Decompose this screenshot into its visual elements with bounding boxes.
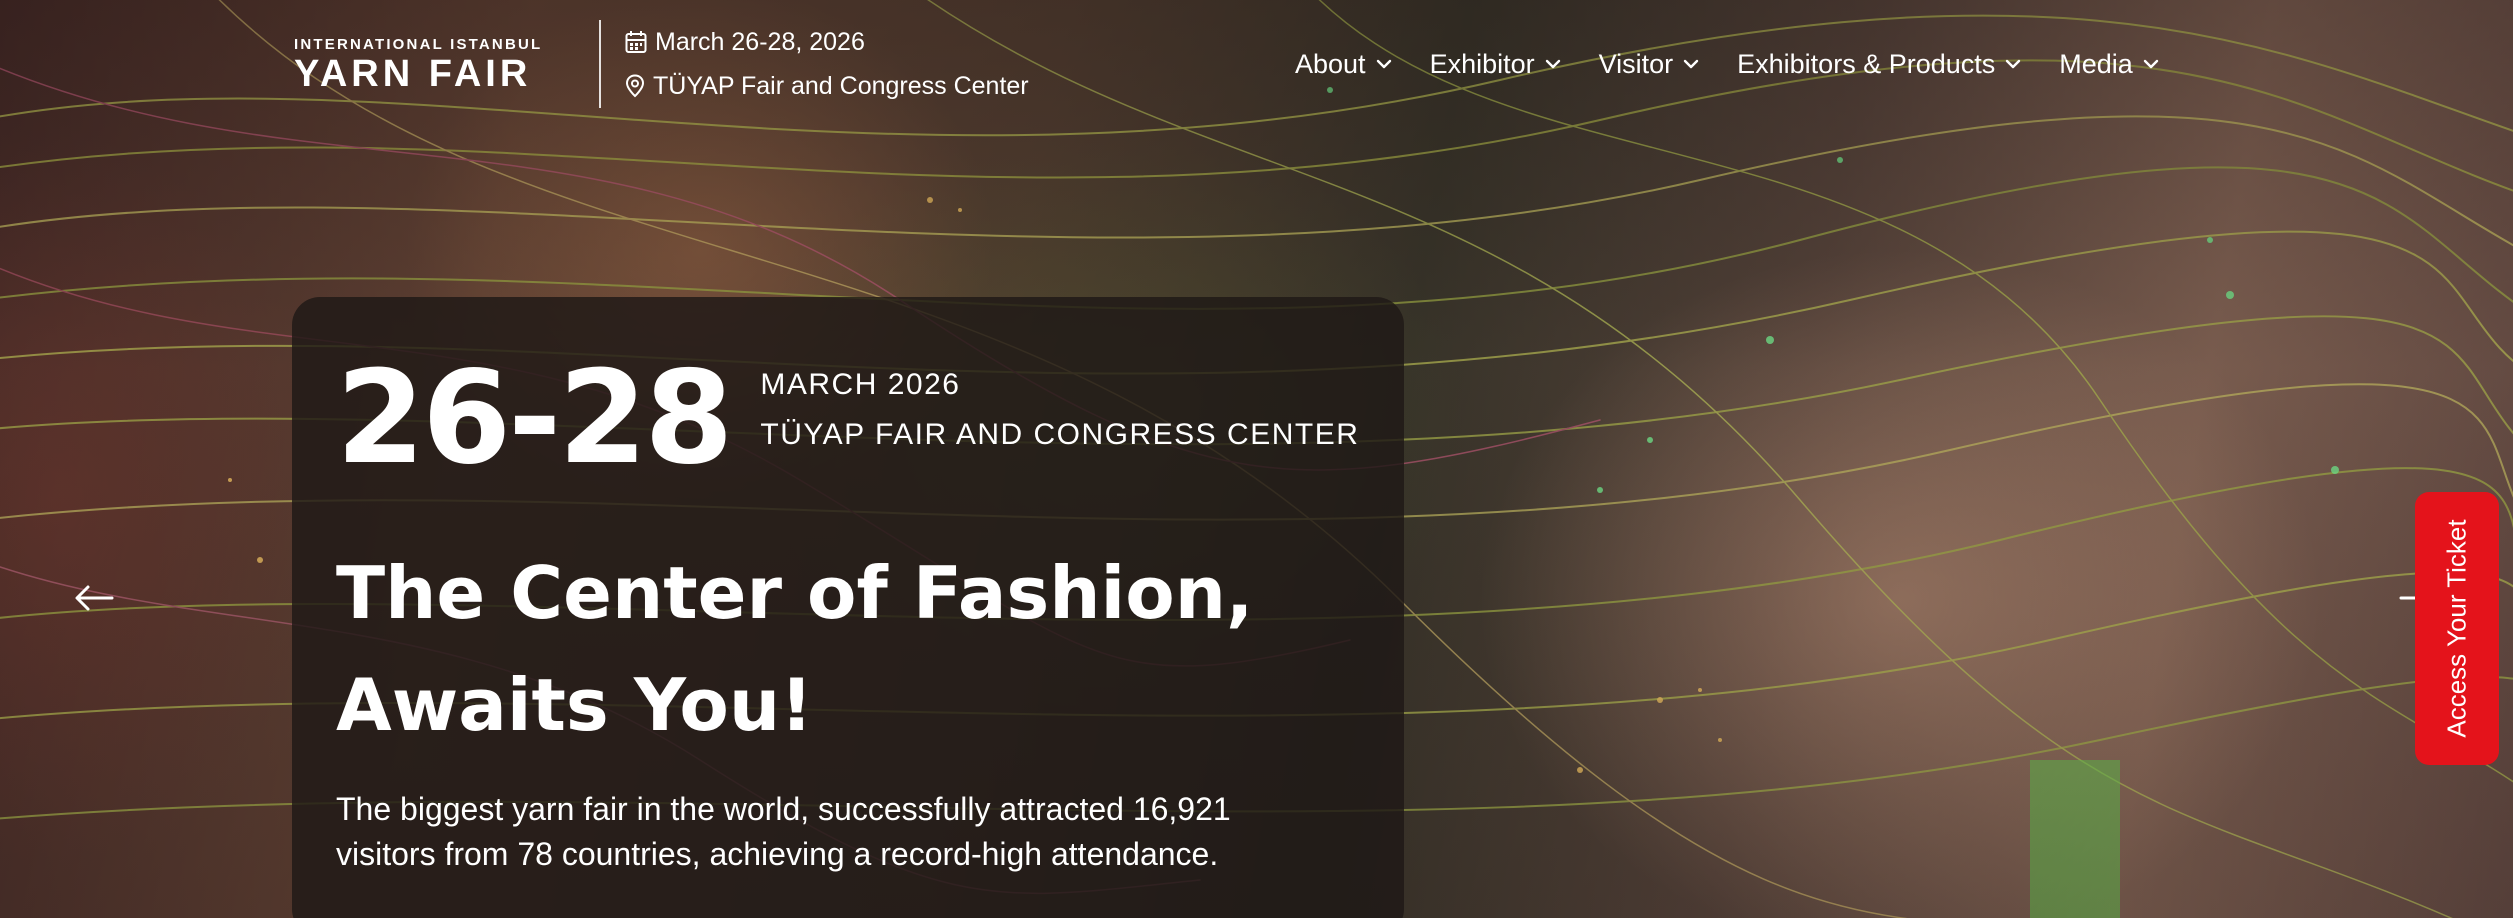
main-nav: About Exhibitor Visitor Exhibitors & Pro… [1295,44,2159,84]
access-ticket-button[interactable]: Access Your Ticket [2415,492,2499,765]
chevron-down-icon [1376,59,1391,69]
nav-item-visitor[interactable]: Visitor [1599,44,1700,84]
chevron-down-icon [1683,59,1699,69]
chevron-down-icon [2143,59,2158,69]
nav-item-exhibitors-products[interactable]: Exhibitors & Products [1737,44,2021,84]
calendar-icon [625,31,647,53]
hero-date-row: 26-28 MARCH 2026 TÜYAP FAIR AND CONGRESS… [336,355,1359,483]
event-location: TÜYAP Fair and Congress Center [625,68,1029,104]
nav-item-label: About [1295,48,1366,79]
nav-item-about[interactable]: About [1295,44,1392,84]
nav-item-label: Media [2059,48,2133,79]
nav-item-media[interactable]: Media [2059,44,2159,84]
hero-description: The biggest yarn fair in the world, succ… [336,787,1336,877]
hero-description-line-1: The biggest yarn fair in the world, succ… [336,791,1231,827]
slider-prev-button[interactable] [70,574,118,622]
header-divider [599,20,601,108]
nav-item-exhibitor[interactable]: Exhibitor [1430,44,1561,84]
hero-headline: The Center of Fashion, Awaits You! [336,537,1336,761]
chevron-down-icon [2006,59,2021,69]
event-info: March 26-28, 2026 TÜYAP Fair and Congres… [625,24,1029,112]
hero-venue: TÜYAP FAIR AND CONGRESS CENTER [760,418,1360,451]
map-pin-icon [625,74,645,98]
site-logo[interactable]: INTERNATIONAL ISTANBUL YARN FAIR [294,36,576,94]
logo-main-text: YARN FAIR [294,53,532,95]
hero-card: 26-28 MARCH 2026 TÜYAP FAIR AND CONGRESS… [292,297,1404,918]
hero-date-meta: MARCH 2026 TÜYAP FAIR AND CONGRESS CENTE… [760,367,1359,453]
nav-item-label: Visitor [1598,48,1674,79]
hero-month: MARCH 2026 [760,368,961,401]
hero-headline-line-1: The Center of Fashion, [336,551,1254,635]
event-location-text: TÜYAP Fair and Congress Center [653,71,1029,100]
arrow-left-icon [75,585,114,611]
logo-top-text: INTERNATIONAL ISTANBUL [294,36,543,53]
hero-description-line-2: visitors from 78 countries, achieving a … [336,836,1219,872]
chevron-down-icon [1545,59,1560,69]
event-date-text: March 26-28, 2026 [655,27,865,56]
event-date: March 26-28, 2026 [625,24,1029,60]
hero-date-range: 26-28 [336,344,733,493]
nav-item-label: Exhibitor [1429,48,1535,79]
site-header: INTERNATIONAL ISTANBUL YARN FAIR March 2… [0,0,2513,120]
hero-headline-line-2: Awaits You! [336,663,813,747]
nav-item-label: Exhibitors & Products [1737,48,1996,79]
access-ticket-label: Access Your Ticket [2441,519,2472,738]
